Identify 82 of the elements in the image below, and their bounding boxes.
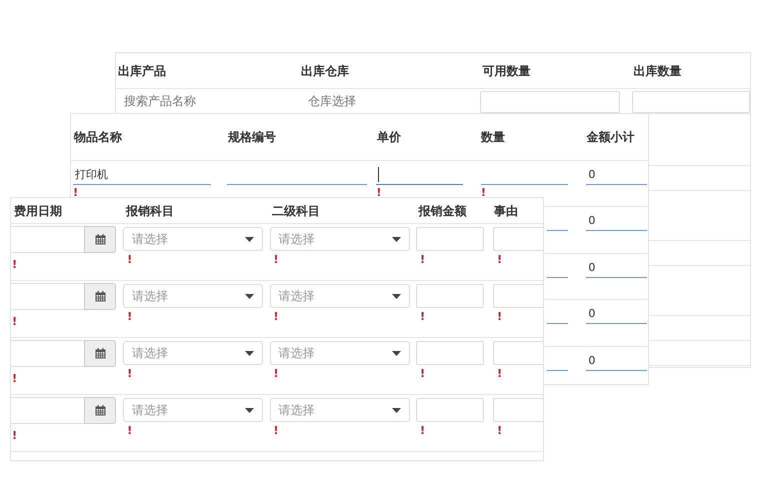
required-mark: ! (274, 311, 278, 323)
reason-field[interactable] (493, 227, 543, 251)
required-mark: ! (127, 254, 132, 266)
required-mark: ! (420, 425, 424, 437)
caret-icon (245, 408, 254, 412)
caret-icon (392, 350, 401, 356)
quantity-field[interactable] (480, 91, 620, 113)
required-mark: ! (12, 430, 16, 442)
category-select[interactable]: 请选择 (123, 341, 264, 365)
reason-field[interactable] (493, 398, 543, 422)
column-header: 可用数量 (482, 64, 531, 78)
subtotal-field[interactable]: 0 (586, 258, 648, 278)
calendar-button[interactable] (84, 283, 116, 310)
caret-icon (245, 294, 254, 298)
required-mark: ! (127, 425, 132, 437)
column-header: 出库产品 (118, 64, 166, 78)
amount-field[interactable] (416, 284, 484, 308)
date-field[interactable] (11, 397, 84, 424)
reason-field[interactable] (493, 341, 543, 365)
subtotal-field[interactable]: 0 (586, 165, 648, 185)
subcategory-select[interactable]: 请选择 (270, 284, 410, 308)
calendar-button[interactable] (84, 397, 116, 424)
required-mark: ! (420, 368, 424, 380)
column-header: 报销科目 (126, 204, 174, 218)
column-header: 报销金额 (418, 204, 466, 218)
column-header: 数量 (481, 130, 506, 144)
subtotal-field[interactable]: 0 (586, 304, 648, 324)
amount-field[interactable] (416, 341, 484, 365)
date-field[interactable] (11, 340, 84, 367)
calendar-icon (94, 405, 106, 416)
date-field[interactable] (11, 283, 84, 310)
calendar-button[interactable] (84, 226, 116, 253)
item-name-field[interactable]: 打印机 (73, 165, 211, 185)
category-select[interactable]: 请选择 (123, 227, 264, 251)
caret-icon (392, 236, 401, 242)
required-mark: ! (127, 311, 132, 323)
subtotal-field[interactable]: 0 (586, 211, 648, 231)
caret-icon (245, 236, 254, 242)
reason-field[interactable] (493, 284, 543, 308)
column-header: 费用日期 (14, 204, 62, 218)
category-select[interactable]: 请选择 (123, 284, 264, 308)
column-header: 单价 (376, 130, 401, 144)
required-mark: ! (497, 311, 501, 323)
column-header: 金额小计 (586, 130, 634, 144)
category-select[interactable]: 请选择 (123, 398, 264, 422)
caret-icon (392, 408, 401, 412)
required-mark: ! (12, 373, 16, 385)
subcategory-select[interactable]: 请选择 (270, 227, 410, 251)
required-mark: ! (497, 368, 501, 380)
required-mark: ! (274, 425, 278, 437)
required-mark: ! (420, 311, 424, 323)
column-header: 出库仓库 (300, 64, 349, 78)
required-mark: ! (376, 187, 380, 199)
required-mark: ! (497, 254, 501, 266)
column-header: 事由 (494, 204, 518, 218)
calendar-icon (94, 234, 106, 245)
required-mark: ! (497, 425, 501, 437)
subcategory-select[interactable]: 请选择 (270, 398, 410, 422)
required-mark: ! (12, 316, 16, 328)
required-mark: ! (73, 187, 77, 199)
price-field[interactable] (376, 165, 464, 185)
column-header: 物品名称 (74, 130, 122, 144)
required-mark: ! (420, 254, 424, 266)
required-mark: ! (127, 368, 132, 380)
required-mark: ! (12, 259, 16, 271)
required-mark: ! (480, 187, 485, 199)
amount-field[interactable] (416, 227, 484, 251)
column-header: 二级科目 (272, 204, 320, 218)
amount-field[interactable] (416, 398, 484, 422)
subtotal-field[interactable]: 0 (586, 350, 648, 370)
column-header: 规格编号 (228, 130, 276, 144)
calendar-icon (94, 348, 106, 359)
calendar-button[interactable] (84, 340, 116, 367)
required-mark: ! (274, 254, 278, 266)
required-mark: ! (274, 368, 278, 380)
column-header: 出库数量 (634, 64, 682, 78)
caret-icon (245, 350, 254, 356)
caret-icon (392, 294, 401, 298)
subcategory-select[interactable]: 请选择 (270, 341, 410, 365)
date-field[interactable] (11, 226, 84, 253)
quantity-field[interactable] (632, 91, 750, 113)
calendar-icon (94, 291, 106, 302)
